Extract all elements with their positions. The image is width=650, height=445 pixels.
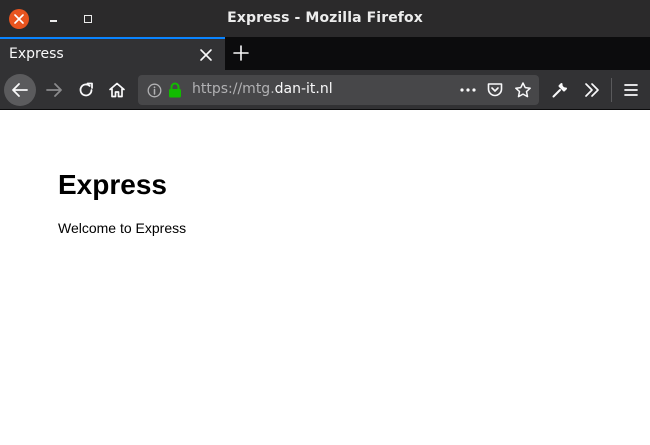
back-button[interactable] <box>4 74 36 106</box>
tab-express[interactable]: Express <box>0 37 225 70</box>
home-button[interactable] <box>103 76 131 104</box>
page-body-text: Welcome to Express <box>58 220 187 236</box>
arrow-right-icon <box>46 83 62 97</box>
new-tab-plus-icon[interactable] <box>232 44 250 62</box>
tab-close-icon[interactable] <box>199 48 213 62</box>
page-heading: Express <box>58 169 167 200</box>
url-domain: dan-it.nl <box>274 81 333 97</box>
info-icon[interactable] <box>147 83 162 98</box>
url-text[interactable]: https://mtg.dan-it.nl <box>192 81 333 97</box>
more-icon[interactable] <box>459 82 477 98</box>
home-icon <box>109 82 125 98</box>
arrow-left-icon <box>12 83 28 97</box>
reload-icon <box>79 82 93 97</box>
url-bar[interactable]: https://mtg.dan-it.nl <box>138 75 539 105</box>
lock-icon[interactable] <box>168 82 182 98</box>
wrench-icon[interactable] <box>551 81 569 99</box>
reload-button[interactable] <box>72 76 100 104</box>
url-scheme-prefix: https://mtg. <box>192 81 275 97</box>
pocket-icon[interactable] <box>486 82 504 98</box>
page-content: Express Welcome to Express <box>0 111 650 445</box>
window-titlebar: Express - Mozilla Firefox <box>0 0 650 37</box>
tab-strip: Express <box>0 37 650 70</box>
tab-label: Express <box>9 46 64 62</box>
forward-button[interactable] <box>40 76 68 104</box>
toolbar-divider <box>611 78 612 102</box>
hamburger-icon[interactable] <box>622 81 640 99</box>
window-title: Express - Mozilla Firefox <box>227 10 423 26</box>
star-icon[interactable] <box>514 82 532 98</box>
navigation-toolbar: https://mtg.dan-it.nl <box>0 70 650 110</box>
chevrons-right-icon[interactable] <box>583 81 601 99</box>
